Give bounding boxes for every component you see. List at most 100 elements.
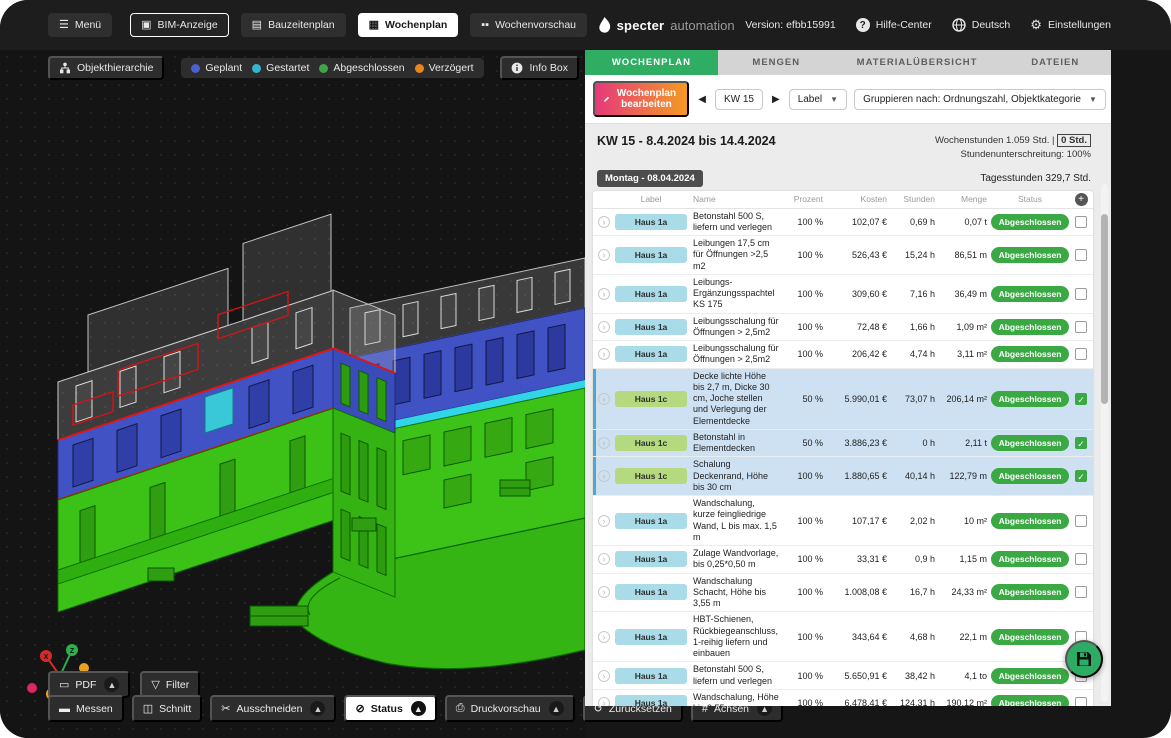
row-checkbox[interactable]: ✓ — [1075, 470, 1087, 482]
status-badge[interactable]: Abgeschlossen — [991, 668, 1070, 684]
tool-ausschneiden[interactable]: ✂Ausschneiden▲ — [210, 695, 336, 722]
status-badge[interactable]: Abgeschlossen — [991, 391, 1070, 407]
expand-row-button[interactable]: › — [598, 437, 610, 449]
table-row[interactable]: ›Haus 1cBetonstahl in Elementdecken50 %3… — [593, 430, 1093, 458]
status-badge[interactable]: Abgeschlossen — [991, 214, 1070, 230]
tool-status[interactable]: ⊘Status▲ — [344, 695, 436, 722]
info-box-button[interactable]: Info Box — [500, 56, 579, 80]
status-badge[interactable]: Abgeschlossen — [991, 584, 1070, 600]
table-row[interactable]: ›Haus 1aLeibungsschalung für Öffnungen >… — [593, 341, 1093, 369]
row-checkbox[interactable] — [1075, 348, 1087, 360]
table-row[interactable]: ›Haus 1aLeibungs-Ergänzungsspachtel KS 1… — [593, 275, 1093, 314]
expand-row-button[interactable]: › — [598, 553, 610, 565]
expand-row-button[interactable]: › — [598, 348, 610, 360]
status-badge[interactable]: Abgeschlossen — [991, 435, 1070, 451]
tab-dateien[interactable]: DATEIEN — [999, 50, 1111, 75]
row-checkbox[interactable] — [1075, 288, 1087, 300]
table-row[interactable]: ›Haus 1cSchalung Deckenrand, Höhe bis 30… — [593, 457, 1093, 496]
status-badge[interactable]: Abgeschlossen — [991, 551, 1070, 567]
scrollbar-thumb[interactable] — [1101, 214, 1108, 404]
status-badge[interactable]: Abgeschlossen — [991, 513, 1070, 529]
status-badge[interactable]: Abgeschlossen — [991, 346, 1070, 362]
label-chip: Haus 1c — [615, 391, 687, 407]
tool-pdf[interactable]: ▭PDF▲ — [48, 671, 130, 698]
table-icon: ▦ — [369, 20, 379, 31]
tool-label: Druckvorschau — [471, 703, 541, 715]
table-row[interactable]: ›Haus 1aHBT-Schienen, Rückbiegeanschluss… — [593, 612, 1093, 662]
view-button-bim-anzeige[interactable]: ▣BIM-Anzeige — [130, 13, 229, 37]
tool-toggle-icon[interactable]: ▲ — [411, 701, 426, 716]
row-checkbox[interactable] — [1075, 697, 1087, 706]
table-row[interactable]: ›Haus 1aWandschalung, kurze feingliedrig… — [593, 496, 1093, 546]
tool-toggle-icon[interactable]: ▲ — [310, 701, 325, 716]
row-checkbox[interactable]: ✓ — [1075, 393, 1087, 405]
add-row-button[interactable]: + — [1075, 193, 1088, 206]
checkbox-cell — [1069, 288, 1093, 300]
kosten-cell: 102,07 € — [827, 217, 891, 227]
building-model[interactable] — [0, 50, 585, 738]
table-row[interactable]: ›Haus 1aWandschalung, Höhe bis 3,55 m100… — [593, 690, 1093, 706]
table-row[interactable]: ›Haus 1aZulage Wandvorlage, bis 0,25*0,5… — [593, 546, 1093, 574]
tab-wochenplan[interactable]: WOCHENPLAN — [585, 50, 718, 75]
row-checkbox[interactable] — [1075, 321, 1087, 333]
panel-scrollbar[interactable] — [1101, 184, 1108, 702]
object-hierarchy-button[interactable]: Objekthierarchie — [48, 56, 164, 80]
status-badge[interactable]: Abgeschlossen — [991, 286, 1070, 302]
table-row[interactable]: ›Haus 1aLeibungsschalung für Öffnungen >… — [593, 314, 1093, 342]
status-badge[interactable]: Abgeschlossen — [991, 319, 1070, 335]
label-dropdown[interactable]: Label ▼ — [789, 89, 847, 110]
table-row[interactable]: ›Haus 1cDecke lichte Höhe bis 2,7 m, Dic… — [593, 369, 1093, 430]
row-checkbox[interactable] — [1075, 249, 1087, 261]
tool-filter[interactable]: ▽Filter — [140, 671, 200, 698]
status-badge[interactable]: Abgeschlossen — [991, 695, 1070, 706]
group-by-dropdown[interactable]: Gruppieren nach: Ordnungszahl, Objektkat… — [854, 89, 1106, 110]
tab-materialübersicht[interactable]: MATERIALÜBERSICHT — [835, 50, 1000, 75]
expand-row-button[interactable]: › — [598, 288, 610, 300]
row-checkbox[interactable] — [1075, 586, 1087, 598]
settings-button[interactable]: ⚙ Einstellungen — [1030, 17, 1111, 33]
stunden-cell: 2,02 h — [891, 516, 939, 526]
language-button[interactable]: Deutsch — [952, 18, 1011, 32]
expand-row-button[interactable]: › — [598, 697, 610, 706]
expand-row-button[interactable]: › — [598, 586, 610, 598]
tool-toggle-icon[interactable]: ▲ — [549, 701, 564, 716]
view-button-wochenplan[interactable]: ▦Wochenplan — [358, 13, 459, 37]
expand-row-button[interactable]: › — [598, 393, 610, 405]
status-badge[interactable]: Abgeschlossen — [991, 468, 1070, 484]
viewport-header: Objekthierarchie GeplantGestartetAbgesch… — [0, 50, 585, 80]
help-center-button[interactable]: ? Hilfe-Center — [856, 18, 932, 32]
save-button[interactable] — [1065, 640, 1103, 678]
week-next-button[interactable]: ▶ — [770, 92, 782, 107]
row-checkbox[interactable] — [1075, 553, 1087, 565]
tool-schnitt[interactable]: ◫Schnitt — [132, 695, 203, 722]
table-row[interactable]: ›Haus 1aLeibungen 17,5 cm für Öffnungen … — [593, 236, 1093, 275]
status-badge[interactable]: Abgeschlossen — [991, 247, 1070, 263]
expand-row-button[interactable]: › — [598, 631, 610, 643]
tab-mengen[interactable]: MENGEN — [718, 50, 835, 75]
tool-toggle-icon[interactable]: ▲ — [104, 677, 119, 692]
expand-row-button[interactable]: › — [598, 216, 610, 228]
status-badge[interactable]: Abgeschlossen — [991, 629, 1070, 645]
view-button-bauzeitenplan[interactable]: ▤Bauzeitenplan — [241, 13, 346, 37]
table-row[interactable]: ›Haus 1aWandschalung Schacht, Höhe bis 3… — [593, 574, 1093, 613]
tool-messen[interactable]: ▬Messen — [48, 695, 124, 722]
row-checkbox[interactable] — [1075, 515, 1087, 527]
expand-row-button[interactable]: › — [598, 249, 610, 261]
expand-row-button[interactable]: › — [598, 470, 610, 482]
edit-wochenplan-button[interactable]: Wochenplan bearbeiten — [593, 81, 689, 117]
task-name: Wandschalung, kurze feingliedrige Wand, … — [687, 496, 785, 545]
expand-row-button[interactable]: › — [598, 515, 610, 527]
week-selector[interactable]: KW 15 — [715, 89, 763, 110]
menu-button[interactable]: ☰ Menü — [48, 13, 112, 37]
table-row[interactable]: ›Haus 1aBetonstahl 500 S, liefern und ve… — [593, 209, 1093, 237]
view-button-wochenvorschau[interactable]: ▪▪Wochenvorschau — [470, 13, 587, 37]
tool-druckvorschau[interactable]: ⎙Druckvorschau▲ — [445, 695, 575, 722]
week-prev-button[interactable]: ◀ — [696, 92, 708, 107]
expand-row-button[interactable]: › — [598, 321, 610, 333]
table-row[interactable]: ›Haus 1aBetonstahl 500 S, liefern und ve… — [593, 662, 1093, 690]
row-checkbox[interactable] — [1075, 216, 1087, 228]
row-checkbox[interactable]: ✓ — [1075, 437, 1087, 449]
tool-label: Ausschneiden — [237, 703, 303, 715]
expand-row-button[interactable]: › — [598, 670, 610, 682]
bim-3d-viewport[interactable]: Objekthierarchie GeplantGestartetAbgesch… — [0, 50, 585, 738]
